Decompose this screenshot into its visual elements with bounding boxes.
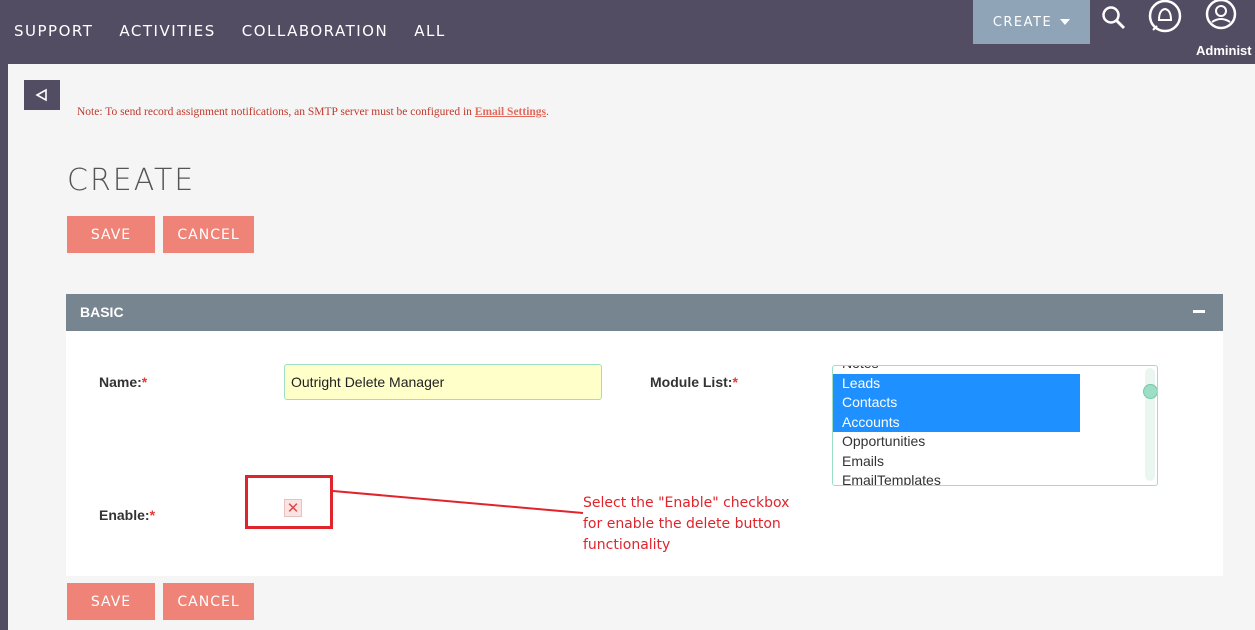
module-option[interactable]: EmailTemplates: [833, 471, 1080, 485]
enable-label-text: Enable:: [99, 507, 150, 523]
module-label-text: Module List:: [650, 374, 733, 390]
panel-title: BASIC: [80, 304, 124, 320]
collapse-minus-icon[interactable]: [1193, 310, 1205, 313]
menu-activities[interactable]: ACTIVITIES: [119, 22, 215, 40]
name-field-label: Name:*: [99, 374, 147, 390]
module-list-scrollbar[interactable]: [1143, 368, 1157, 481]
top-navigation-bar: SUPPORT ACTIVITIES COLLABORATION ALL CRE…: [0, 0, 1255, 64]
basic-panel-header[interactable]: BASIC: [66, 294, 1223, 331]
required-marker: *: [732, 374, 738, 390]
smtp-notice: Note: To send record assignment notifica…: [77, 106, 549, 118]
enable-field-label: Enable:*: [99, 507, 155, 523]
annotation-text: Select the "Enable" checkbox for enable …: [583, 495, 790, 553]
page-title: CREATE: [67, 163, 196, 198]
save-button-bottom[interactable]: SAVE: [67, 583, 155, 620]
notifications-bell-icon[interactable]: [1145, 0, 1185, 40]
name-input[interactable]: Outright Delete Manager: [284, 364, 602, 400]
cancel-button-bottom[interactable]: CANCEL: [163, 583, 254, 620]
save-button-top[interactable]: SAVE: [67, 216, 155, 253]
module-list-field-label: Module List:*: [650, 374, 738, 390]
email-settings-link[interactable]: Email Settings: [475, 106, 546, 118]
search-icon[interactable]: [1100, 4, 1128, 34]
menu-collaboration[interactable]: COLLABORATION: [242, 22, 388, 40]
annotation-connector-line: [333, 490, 584, 514]
annotation-highlight-box: [245, 475, 333, 529]
menu-support[interactable]: SUPPORT: [14, 22, 93, 40]
module-option[interactable]: Contacts: [833, 393, 1080, 413]
create-dropdown-label: CREATE: [992, 14, 1053, 30]
scrollbar-thumb[interactable]: [1143, 384, 1157, 399]
module-option[interactable]: Emails: [833, 452, 1080, 472]
sidebar-toggle-button[interactable]: [24, 80, 60, 110]
create-dropdown-button[interactable]: CREATE: [973, 0, 1090, 44]
module-options-list: NotesLeadsContactsAccountsOpportunitiesE…: [833, 366, 1080, 485]
module-option[interactable]: Notes: [833, 366, 1080, 374]
cancel-button-top[interactable]: CANCEL: [163, 216, 254, 253]
module-option[interactable]: Leads: [833, 373, 1080, 393]
menu-all[interactable]: ALL: [414, 22, 445, 40]
required-marker: *: [141, 374, 148, 390]
left-sidebar-border: [0, 64, 8, 630]
module-option[interactable]: Accounts: [833, 412, 1080, 432]
suitecrm-create-page: SUPPORT ACTIVITIES COLLABORATION ALL CRE…: [0, 0, 1255, 630]
required-marker: *: [149, 507, 156, 523]
user-avatar-icon[interactable]: [1200, 0, 1240, 38]
name-label-text: Name:: [99, 374, 142, 390]
smtp-notice-text: Note: To send record assignment notifica…: [77, 106, 475, 118]
smtp-notice-suffix: .: [546, 106, 549, 118]
chevron-down-icon: [1060, 19, 1071, 25]
main-menu: SUPPORT ACTIVITIES COLLABORATION ALL: [14, 22, 472, 40]
module-list-multiselect[interactable]: NotesLeadsContactsAccountsOpportunitiesE…: [832, 365, 1158, 486]
triangle-left-icon: [35, 88, 47, 102]
module-option[interactable]: Opportunities: [833, 432, 1080, 452]
user-name-label[interactable]: Administ: [1196, 43, 1252, 58]
